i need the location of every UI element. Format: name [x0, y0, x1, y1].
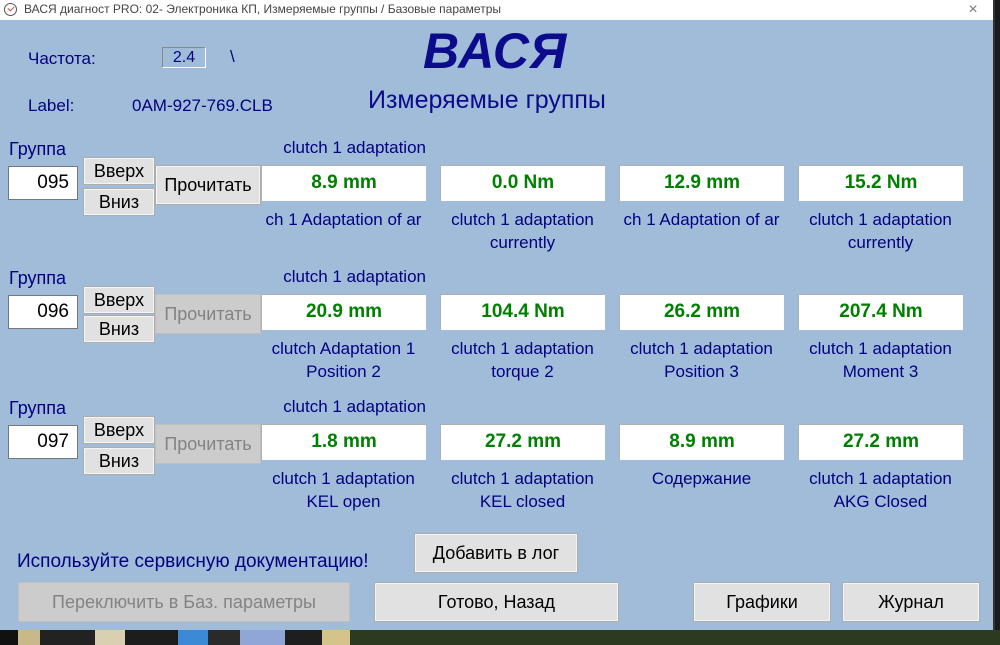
- value-caption: ch 1 Adaptation of ar: [623, 210, 780, 229]
- journal-button[interactable]: Журнал: [842, 582, 980, 622]
- value-field: 27.2 mm: [440, 424, 605, 460]
- value-caption: Содержание: [651, 469, 752, 488]
- window-title: ВАСЯ диагност PRO: 02- Электроника КП, И…: [24, 2, 501, 16]
- group-label: Группа: [9, 139, 67, 159]
- value-field: 0.0 Nm: [440, 165, 605, 201]
- group-down-button[interactable]: Вниз: [83, 188, 155, 216]
- group-title: clutch 1 adaptation: [283, 397, 426, 416]
- value-caption: clutch 1 adaptation: [272, 469, 415, 488]
- service-doc-notice: Используйте сервисную документацию!: [17, 551, 369, 572]
- frequency-value: 2.4: [162, 47, 206, 68]
- value-caption: clutch 1 adaptation: [809, 210, 952, 229]
- switch-basic-params-button[interactable]: Переключить в Баз. параметры: [18, 582, 350, 622]
- value-field: 12.9 mm: [619, 165, 784, 201]
- value-caption-line2: currently: [847, 233, 914, 252]
- value-field: 20.9 mm: [261, 294, 426, 330]
- group-label: Группа: [9, 268, 67, 288]
- value-caption: clutch 1 adaptation: [809, 339, 952, 358]
- value-caption-line2: Moment 3: [842, 362, 919, 381]
- value-caption: clutch 1 adaptation: [809, 469, 952, 488]
- group-up-button[interactable]: Вверх: [83, 286, 155, 314]
- title-bar: ВАСЯ диагност PRO: 02- Электроника КП, И…: [0, 0, 993, 20]
- group-down-button[interactable]: Вниз: [83, 315, 155, 343]
- group-label: Группа: [9, 398, 67, 418]
- value-caption-line2: KEL closed: [479, 492, 566, 511]
- value-caption-line2: Position 3: [664, 362, 739, 381]
- brand-logo: ВАСЯ: [423, 23, 568, 79]
- activity-indicator: \: [230, 47, 235, 66]
- group-number-input[interactable]: 097: [8, 425, 78, 459]
- value-field: 8.9 mm: [261, 165, 426, 201]
- group-number-input[interactable]: 096: [8, 295, 78, 329]
- value-caption-line2: currently: [489, 233, 556, 252]
- value-caption-line2: KEL open: [306, 492, 381, 511]
- label-caption: Label:: [28, 96, 75, 115]
- value-field: 8.9 mm: [619, 424, 784, 460]
- value-caption: clutch Adaptation 1: [271, 339, 416, 358]
- group-up-button[interactable]: Вверх: [83, 416, 155, 444]
- label-file-value: 0AM-927-769.CLB: [132, 96, 273, 115]
- add-to-log-button[interactable]: Добавить в лог: [414, 533, 578, 573]
- group-number-input[interactable]: 095: [8, 166, 78, 200]
- frequency-label: Частота:: [28, 49, 96, 68]
- value-caption-line2: Position 2: [306, 362, 381, 381]
- value-field: 27.2 mm: [798, 424, 963, 460]
- close-button[interactable]: ×: [961, 0, 985, 20]
- done-back-button[interactable]: Готово, Назад: [374, 582, 619, 622]
- read-button[interactable]: Прочитать: [155, 294, 261, 334]
- graphs-button[interactable]: Графики: [693, 582, 831, 622]
- desktop-background: [0, 630, 1000, 645]
- page-subtitle: Измеряемые группы: [368, 86, 606, 114]
- value-caption: ch 1 Adaptation of ar: [265, 210, 422, 229]
- group-up-button[interactable]: Вверх: [83, 157, 155, 185]
- value-field: 15.2 Nm: [798, 165, 963, 201]
- value-field: 104.4 Nm: [440, 294, 605, 330]
- value-caption: clutch 1 adaptation: [451, 339, 594, 358]
- read-button[interactable]: Прочитать: [155, 424, 261, 464]
- value-field: 1.8 mm: [261, 424, 426, 460]
- value-caption-line2: AKG Closed: [833, 492, 928, 511]
- value-caption: clutch 1 adaptation: [630, 339, 773, 358]
- value-field: 207.4 Nm: [798, 294, 963, 330]
- read-button[interactable]: Прочитать: [155, 165, 261, 205]
- app-logo-icon: [4, 3, 17, 16]
- value-caption: clutch 1 adaptation: [451, 469, 594, 488]
- group-title: clutch 1 adaptation: [283, 267, 426, 286]
- value-field: 26.2 mm: [619, 294, 784, 330]
- app-window: ВАСЯ диагност PRO: 02- Электроника КП, И…: [0, 0, 995, 630]
- group-down-button[interactable]: Вниз: [83, 447, 155, 475]
- value-caption-line2: torque 2: [491, 362, 554, 381]
- group-title: clutch 1 adaptation: [283, 138, 426, 157]
- value-caption: clutch 1 adaptation: [451, 210, 594, 229]
